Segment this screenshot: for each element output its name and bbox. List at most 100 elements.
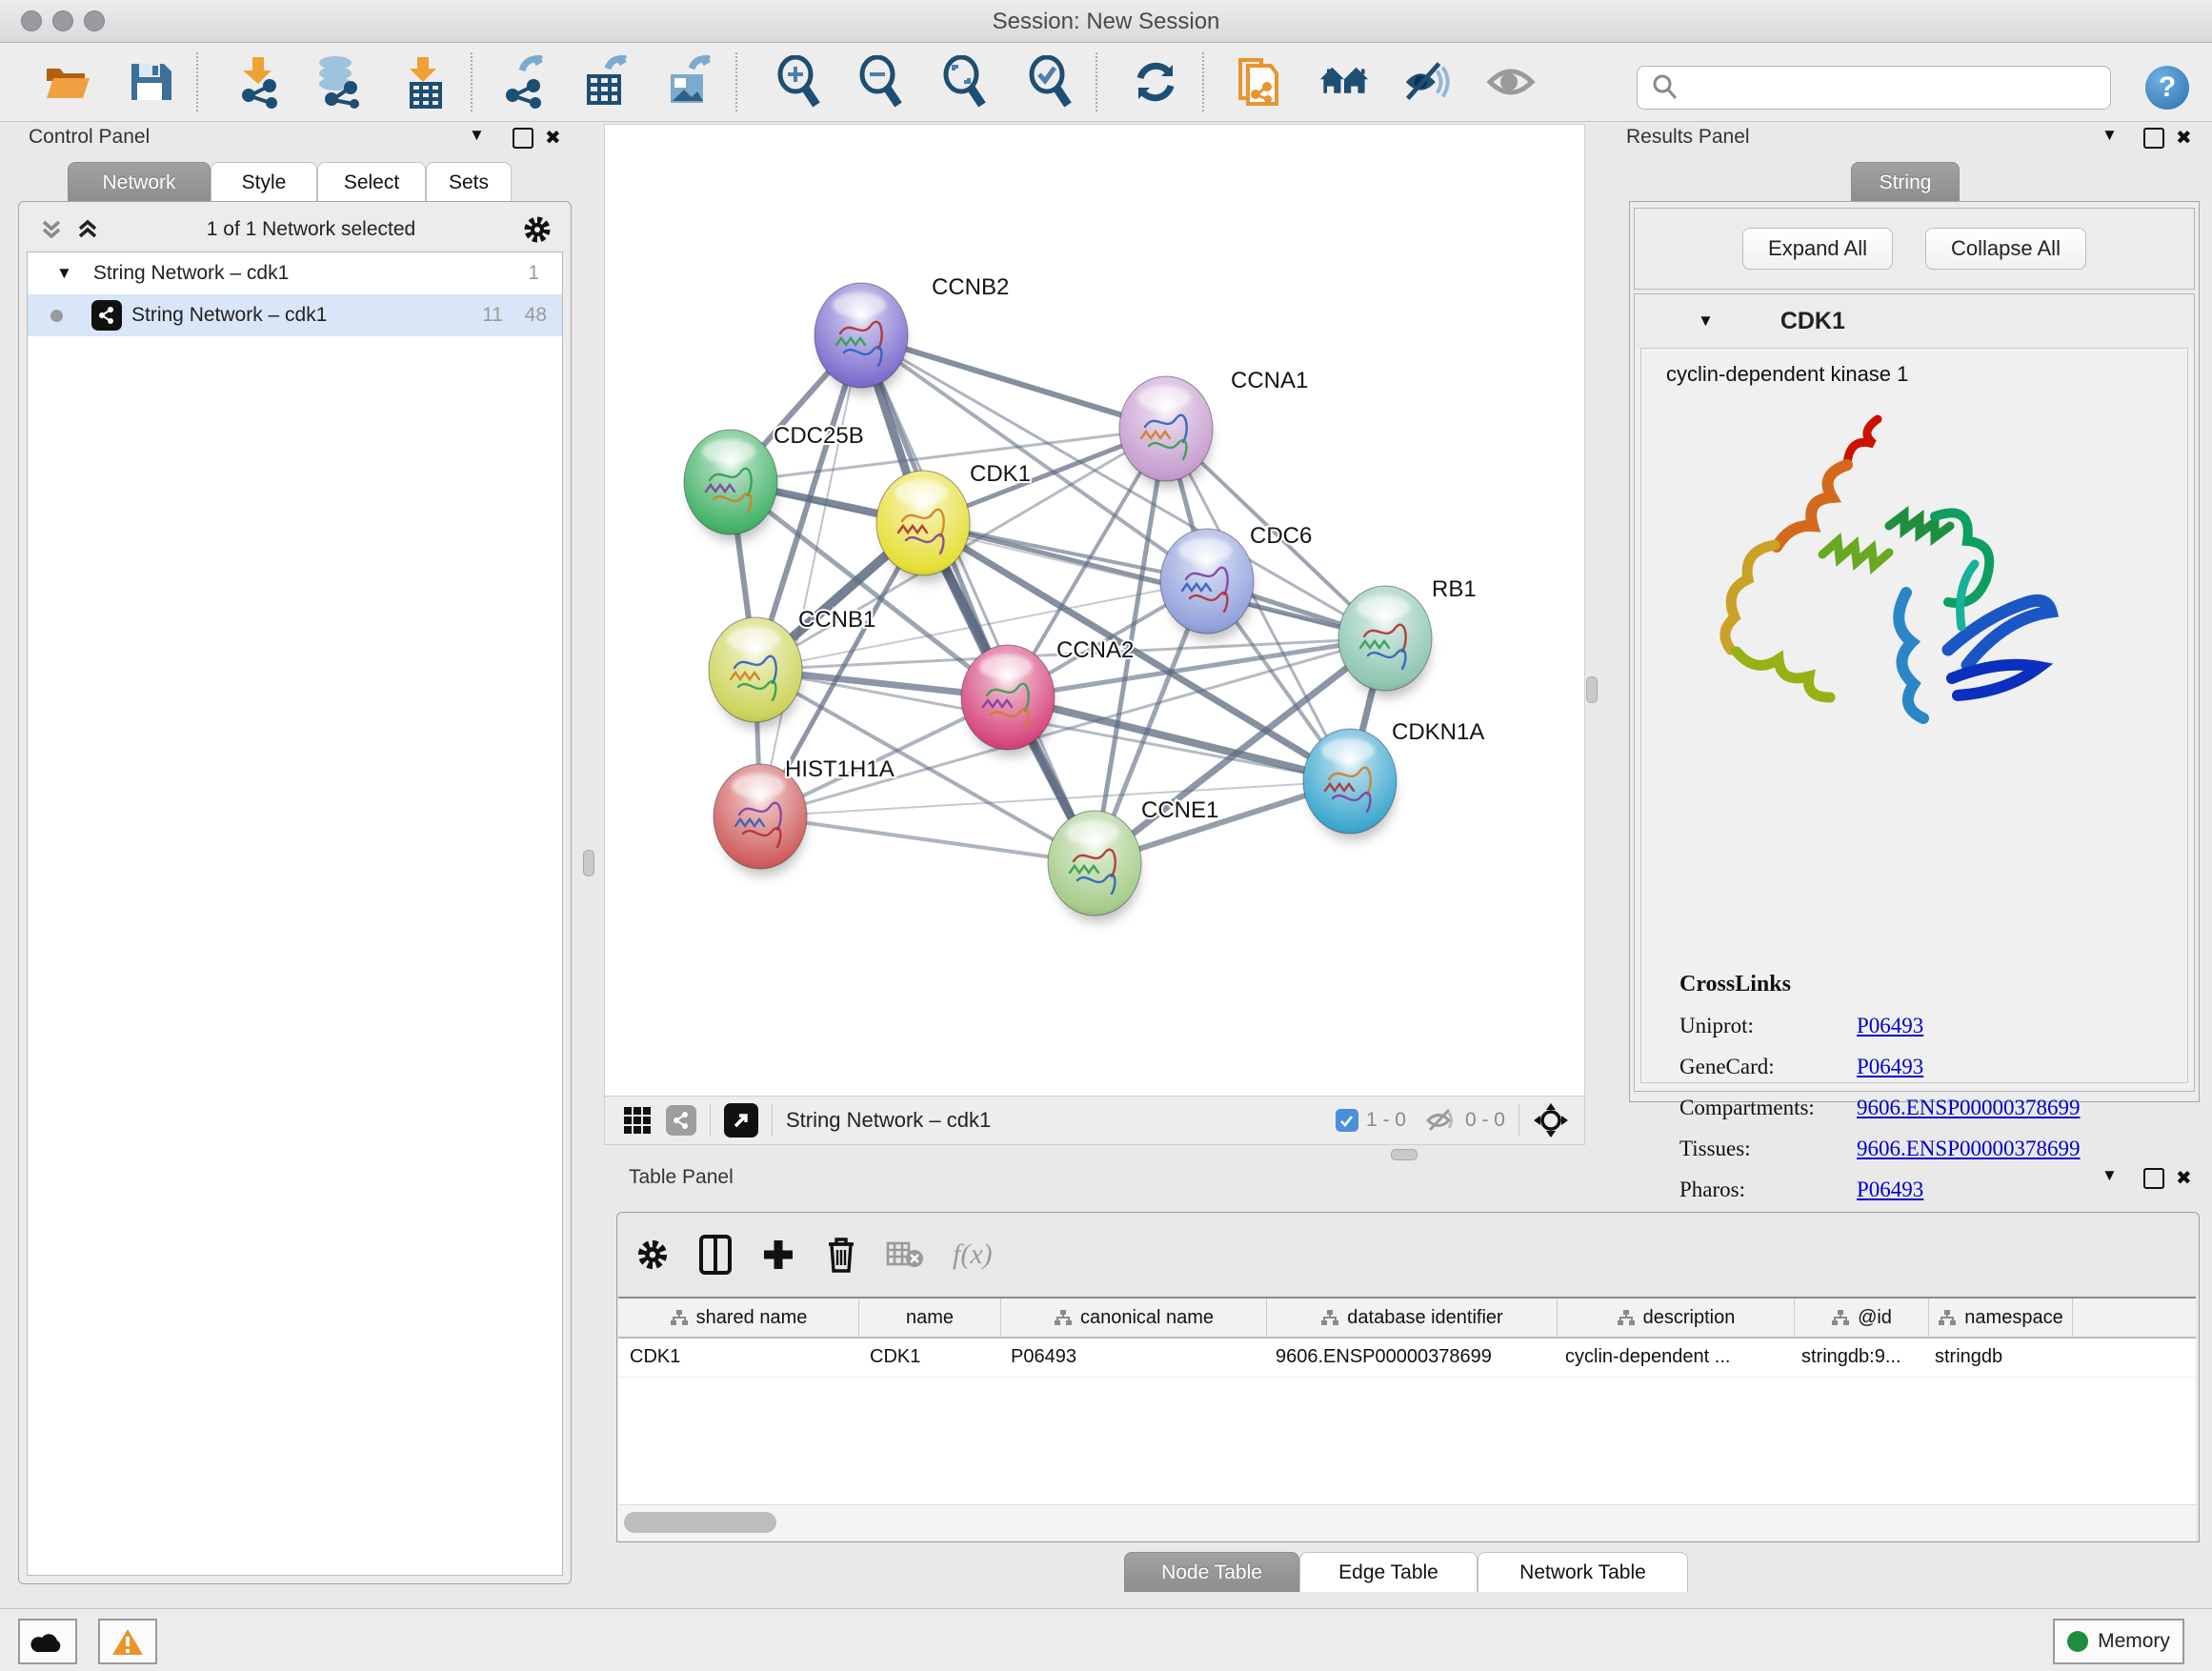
open-folder-icon[interactable] [42, 56, 93, 108]
gear-icon[interactable] [521, 213, 553, 246]
warnings-button[interactable] [98, 1619, 157, 1664]
open-in-new-window-icon[interactable] [724, 1103, 758, 1137]
cloud-status-button[interactable] [18, 1619, 77, 1664]
crosslink-value-link[interactable]: 9606.ENSP00000378699 [1857, 1096, 2081, 1120]
string-home-icon[interactable] [1318, 56, 1370, 108]
network-node[interactable] [1338, 586, 1432, 697]
tab-select[interactable]: Select [317, 162, 426, 202]
hidden-eye-icon[interactable] [1425, 1107, 1458, 1134]
table-cell[interactable]: CDK1 [618, 1339, 858, 1377]
tab-node-table[interactable]: Node Table [1124, 1552, 1299, 1592]
delete-column-icon[interactable] [825, 1235, 857, 1275]
crosslink-value-link[interactable]: 9606.ENSP00000378699 [1857, 1137, 2081, 1161]
tab-style[interactable]: Style [211, 162, 317, 202]
import-database-icon[interactable] [312, 56, 364, 108]
show-all-icon[interactable] [1486, 56, 1538, 108]
network-node[interactable] [1048, 811, 1141, 922]
network-row-selected[interactable]: String Network – cdk1 11 48 [28, 294, 562, 336]
crosslink-value-link[interactable]: P06493 [1857, 1055, 1923, 1079]
crosslink-value-link[interactable]: P06493 [1857, 1014, 1923, 1038]
tab-sets[interactable]: Sets [426, 162, 512, 202]
table-cell[interactable]: cyclin-dependent ... [1554, 1339, 1790, 1377]
network-edge[interactable] [861, 335, 1166, 429]
section-collapse-triangle-icon[interactable]: ▼ [1698, 312, 1714, 331]
network-node[interactable] [709, 617, 802, 729]
table-header-cell[interactable]: shared name [618, 1299, 859, 1337]
network-canvas[interactable]: CCNB2CCNA1CDC25BCDK1CDC6RB1CCNB1CCNA2CDK… [604, 124, 1585, 1097]
control-panel-float-icon[interactable]: ▼ [469, 126, 485, 145]
table-panel-float-icon[interactable]: ▼ [2101, 1166, 2118, 1185]
selected-checkbox-icon[interactable] [1336, 1109, 1358, 1132]
table-header-cell[interactable]: name [859, 1299, 1001, 1337]
network-edge[interactable] [760, 816, 1095, 863]
export-network-icon[interactable] [499, 56, 551, 108]
function-builder-icon[interactable]: f(x) [953, 1238, 993, 1271]
table-header-cell[interactable]: @id [1795, 1299, 1929, 1337]
search-box[interactable] [1637, 66, 2111, 110]
network-collection-row[interactable]: ▼ String Network – cdk1 1 [28, 252, 562, 294]
table-cell[interactable]: stringdb [1923, 1339, 2066, 1377]
tab-edge-table[interactable]: Edge Table [1299, 1552, 1478, 1592]
collapse-all-icon[interactable] [38, 216, 65, 243]
duplicate-network-icon[interactable] [1233, 56, 1284, 108]
import-network-icon[interactable] [232, 56, 284, 108]
table-cell[interactable]: P06493 [999, 1339, 1264, 1377]
network-edge[interactable] [861, 335, 1095, 863]
refresh-icon[interactable] [1130, 56, 1181, 108]
collapse-all-button[interactable]: Collapse All [1925, 228, 2086, 270]
table-header-cell[interactable]: description [1558, 1299, 1795, 1337]
zoom-selected-icon[interactable] [1025, 56, 1076, 108]
select-columns-icon[interactable] [699, 1235, 732, 1275]
network-node[interactable] [1119, 376, 1213, 488]
table-hscrollbar[interactable] [618, 1504, 2196, 1540]
network-node[interactable] [1303, 729, 1397, 840]
results-panel-close-icon[interactable]: ✖ [2176, 126, 2192, 150]
zoom-in-icon[interactable] [774, 56, 825, 108]
network-overview-icon[interactable] [666, 1105, 696, 1136]
fit-selected-crosshair-icon[interactable] [1533, 1102, 1569, 1138]
table-header-cell[interactable]: canonical name [1001, 1299, 1267, 1337]
zoom-out-icon[interactable] [855, 56, 907, 108]
birdseye-grid-icon[interactable] [622, 1105, 653, 1136]
tab-network[interactable]: Network [68, 162, 211, 202]
network-node[interactable] [1160, 529, 1254, 640]
add-column-icon[interactable] [760, 1237, 796, 1273]
expand-all-icon[interactable] [74, 216, 101, 243]
control-panel-maximize-icon[interactable] [513, 128, 533, 149]
results-panel-float-icon[interactable]: ▼ [2101, 126, 2118, 145]
left-splitter-handle[interactable] [583, 850, 594, 876]
tab-network-table[interactable]: Network Table [1478, 1552, 1688, 1592]
network-graph[interactable]: CCNB2CCNA1CDC25BCDK1CDC6RB1CCNB1CCNA2CDK… [605, 125, 1584, 1097]
export-image-icon[interactable] [663, 56, 714, 108]
table-hscrollbar-thumb[interactable] [624, 1512, 776, 1533]
table-header-cell[interactable]: database identifier [1267, 1299, 1558, 1337]
control-panel-close-icon[interactable]: ✖ [545, 126, 561, 150]
hide-selected-icon[interactable] [1402, 56, 1454, 108]
table-row[interactable]: CDK1CDK1P064939606.ENSP00000378699cyclin… [618, 1339, 2196, 1378]
crosslink-value-link[interactable]: P06493 [1857, 1178, 1923, 1202]
table-panel-maximize-icon[interactable] [2143, 1168, 2164, 1189]
table-cell[interactable]: 9606.ENSP00000378699 [1264, 1339, 1554, 1377]
table-cell[interactable]: CDK1 [858, 1339, 999, 1377]
expand-all-button[interactable]: Expand All [1742, 228, 1893, 270]
network-edge[interactable] [760, 335, 861, 816]
network-node[interactable] [814, 283, 908, 394]
table-cell[interactable]: stringdb:9... [1790, 1339, 1923, 1377]
help-button[interactable]: ? [2145, 66, 2189, 110]
network-node[interactable] [961, 645, 1055, 756]
protein-section-header[interactable]: ▼ CDK1 [1635, 294, 2194, 348]
tab-string[interactable]: String [1851, 162, 1960, 202]
clear-table-icon[interactable] [886, 1239, 924, 1270]
export-table-icon[interactable] [581, 56, 633, 108]
import-table-icon[interactable] [398, 56, 450, 108]
gear-icon[interactable] [634, 1237, 671, 1273]
network-node[interactable] [876, 471, 970, 582]
right-splitter-handle[interactable] [1586, 676, 1598, 703]
collapse-triangle-icon[interactable]: ▼ [56, 264, 72, 283]
memory-button[interactable]: Memory [2053, 1619, 2184, 1664]
bottom-splitter-handle[interactable] [1391, 1149, 1418, 1160]
search-input[interactable] [1687, 75, 2110, 100]
zoom-fit-icon[interactable] [939, 56, 991, 108]
table-header-cell[interactable]: namespace [1929, 1299, 2073, 1337]
network-node[interactable] [684, 430, 777, 541]
